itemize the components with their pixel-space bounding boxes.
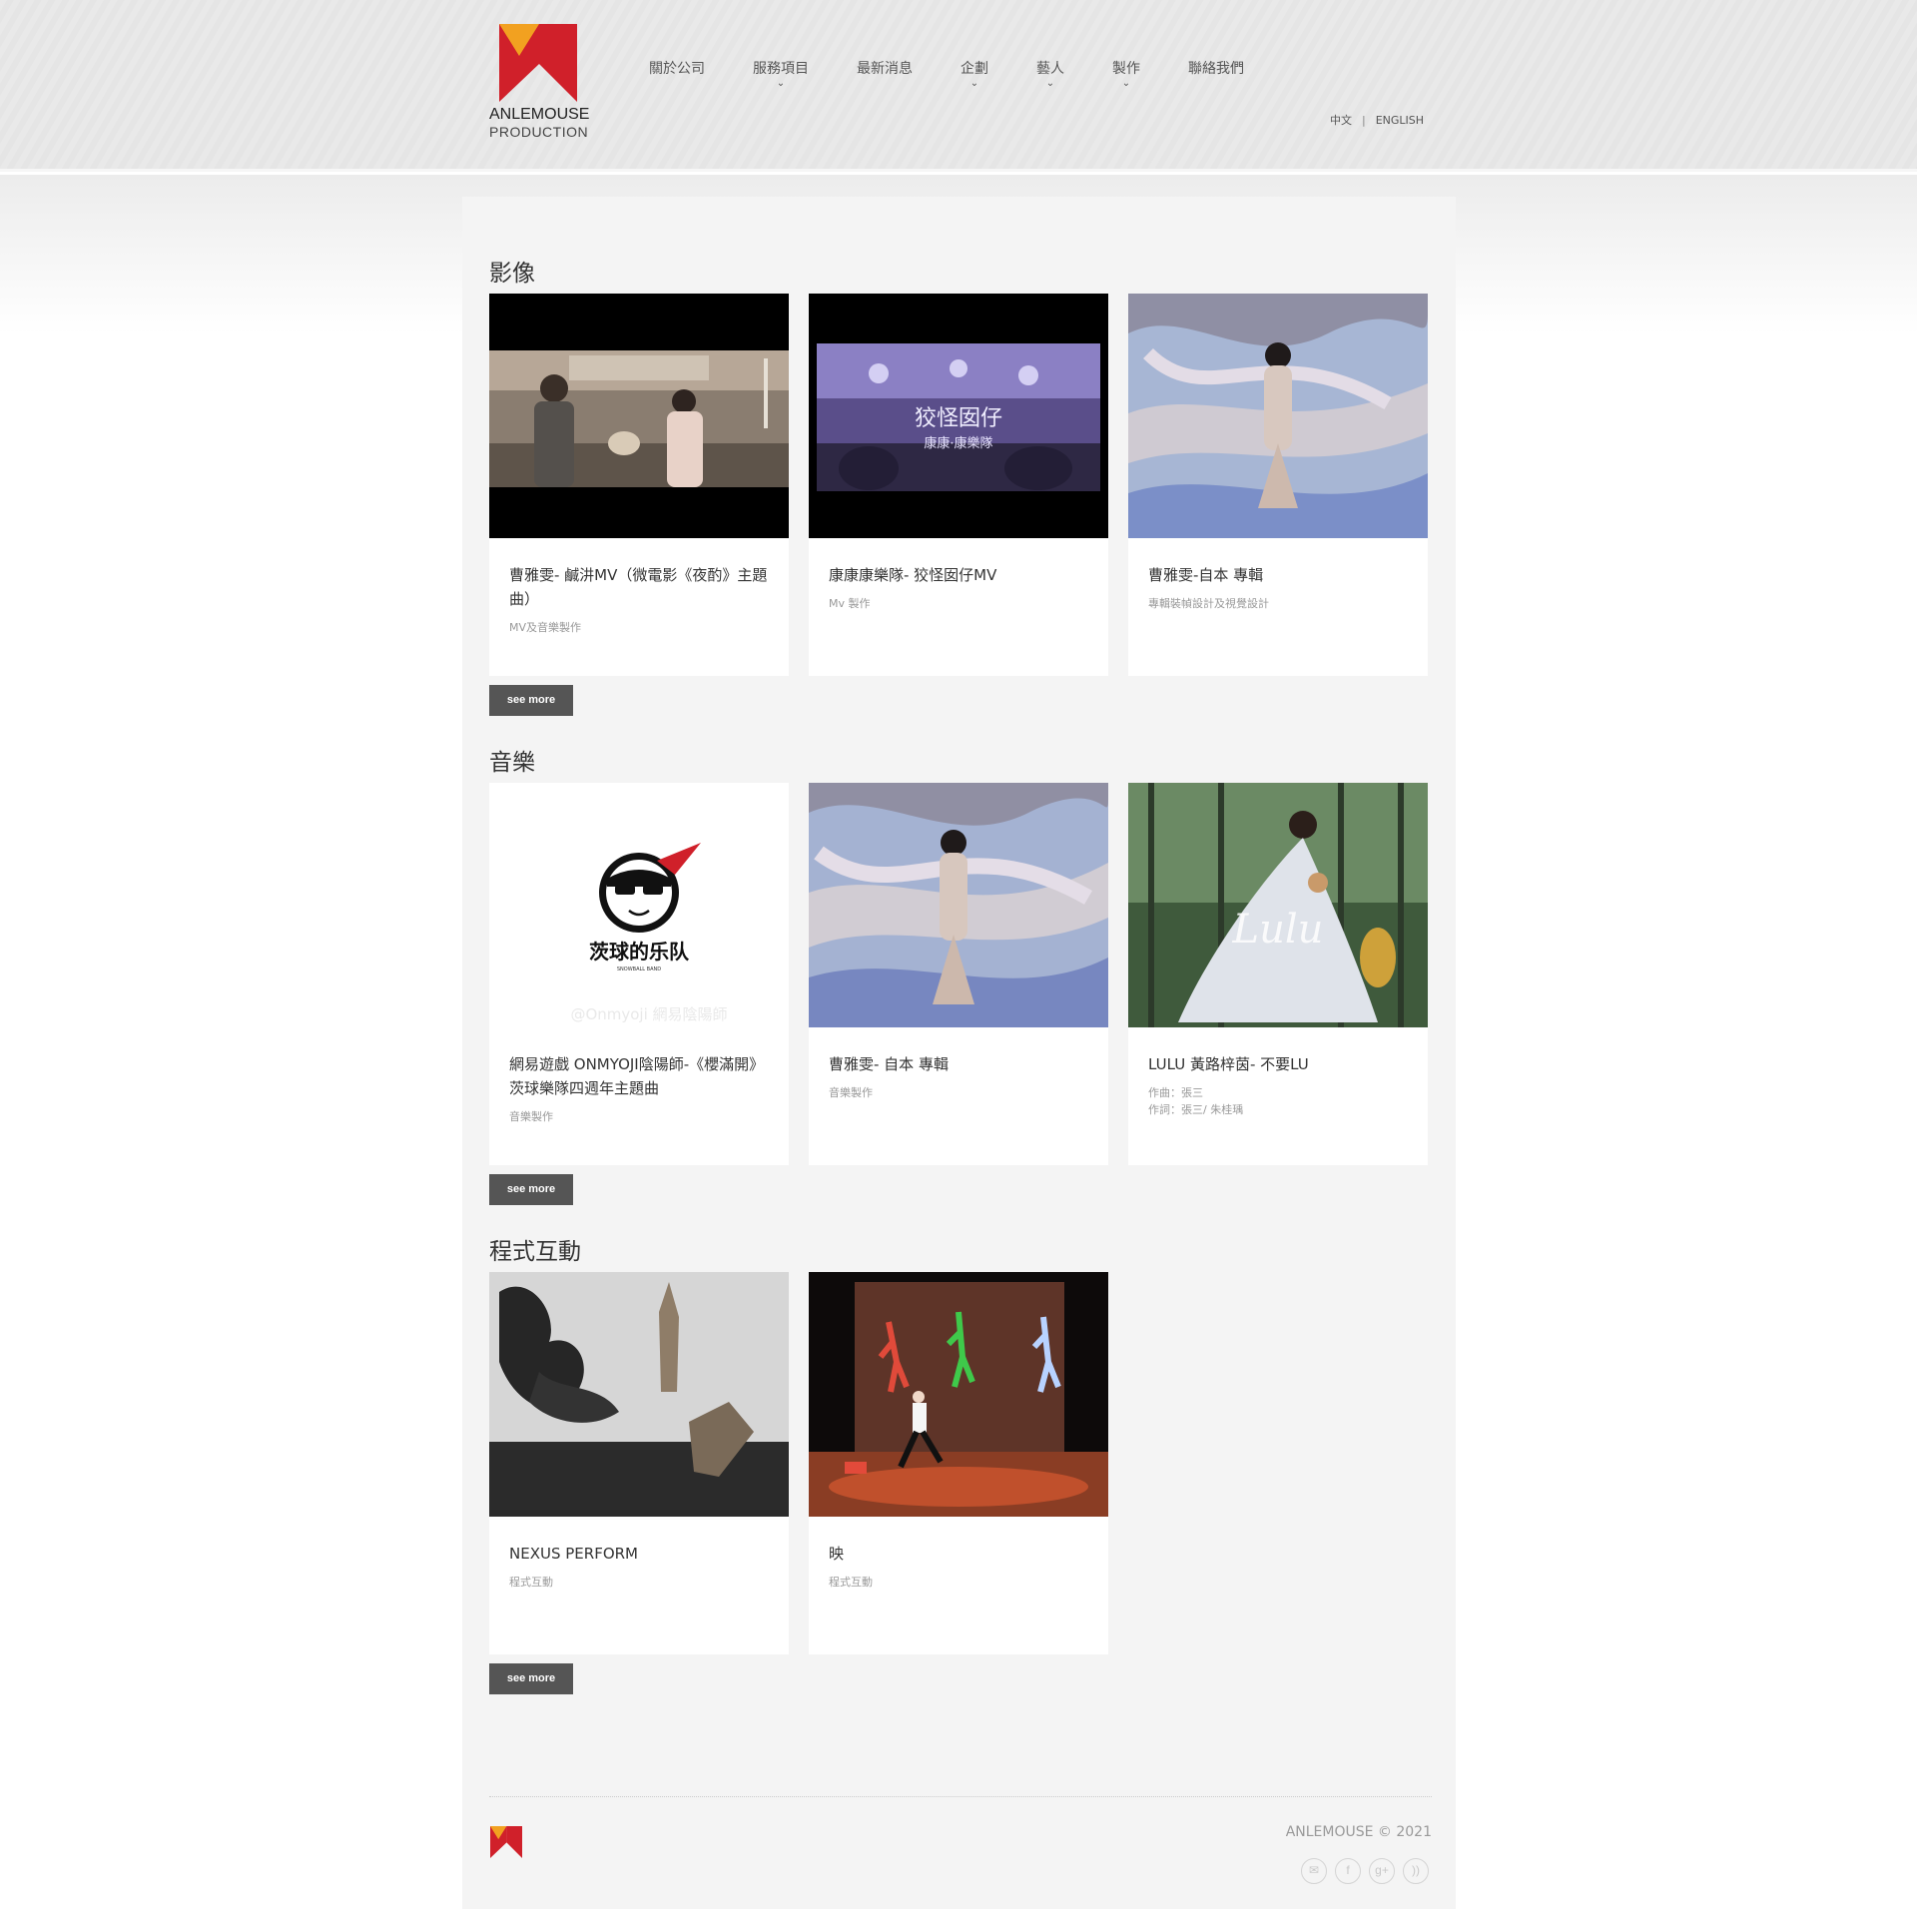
band-logo-small-text: SNOWBALL BAND <box>617 966 661 972</box>
nav-label: 關於公司 <box>649 61 705 77</box>
nav-label: 藝人 <box>1036 61 1064 77</box>
portfolio-card[interactable]: 曹雅雯-自本 專輯 專輯裝幀設計及視覺設計 <box>1128 294 1428 676</box>
card-subtitle: 專輯裝幀設計及視覺設計 <box>1148 597 1269 610</box>
brand-name: ANLEMOUSE <box>489 106 590 123</box>
portfolio-card[interactable]: 曹雅雯- 鹹汫MV（微電影《夜酌》主題曲） MV及音樂製作 <box>489 294 789 676</box>
see-more-button[interactable]: see more <box>489 1174 573 1205</box>
card-title: 曹雅雯- 鹹汫MV（微電影《夜酌》主題曲） <box>509 566 768 608</box>
nav-label: 服務項目 <box>753 61 809 77</box>
rss-icon[interactable]: )) <box>1403 1858 1429 1884</box>
mail-icon[interactable]: ✉ <box>1301 1858 1327 1884</box>
footer-logo-icon[interactable] <box>490 1826 522 1858</box>
mv-title-text: 狡怪囡仔 <box>915 406 1002 431</box>
portfolio-card[interactable]: 映 程式互動 <box>809 1272 1108 1654</box>
card-title: NEXUS PERFORM <box>509 1545 638 1563</box>
portfolio-card[interactable]: 茨球的乐队 SNOWBALL BAND @Onmyoji 網易陰陽師 網易遊戲 … <box>489 783 789 1165</box>
nav-contact[interactable]: 聯絡我們 <box>1188 58 1244 78</box>
card-thumbnail <box>1128 294 1428 538</box>
card-thumbnail <box>809 1272 1108 1517</box>
card-subtitle: 程式互動 <box>509 1576 553 1589</box>
brand-subtitle: PRODUCTION <box>489 124 589 140</box>
card-thumbnail <box>489 1272 789 1517</box>
nav-services[interactable]: 服務項目 ⌄ <box>753 58 809 89</box>
portfolio-card[interactable]: NEXUS PERFORM 程式互動 <box>489 1272 789 1654</box>
section-title-video: 影像 <box>489 261 535 287</box>
mv-band-text: 康康·康樂隊 <box>924 435 992 451</box>
card-title: 映 <box>829 1545 845 1563</box>
nav-label: 製作 <box>1112 61 1140 77</box>
nav-planning[interactable]: 企劃 ⌄ <box>960 58 988 89</box>
nav-production[interactable]: 製作 ⌄ <box>1112 58 1140 89</box>
card-thumbnail: 茨球的乐队 SNOWBALL BAND @Onmyoji 網易陰陽師 <box>489 783 789 1027</box>
card-title: 曹雅雯- 自本 專輯 <box>829 1055 949 1073</box>
card-subtitle: 音樂製作 <box>829 1086 873 1099</box>
chevron-down-icon: ⌄ <box>776 78 786 89</box>
portfolio-card[interactable]: 曹雅雯- 自本 專輯 音樂製作 <box>809 783 1108 1165</box>
signature-text: Lulu <box>1232 907 1324 953</box>
chevron-down-icon: ⌄ <box>1045 78 1055 89</box>
card-subtitle: 作曲：張三 <box>1148 1086 1203 1099</box>
brand-logo[interactable]: ANLEMOUSE PRODUCTION <box>489 24 589 144</box>
copyright-text: ANLEMOUSE © 2021 <box>1285 1824 1432 1840</box>
card-title: 康康康樂隊- 狡怪囡仔MV <box>829 566 997 584</box>
card-title: LULU 黃路梓茵- 不要LU <box>1148 1055 1309 1073</box>
nav-label: 企劃 <box>960 61 988 77</box>
card-thumbnail <box>809 783 1108 1027</box>
card-subtitle-2: 作詞：張三/ 朱桂瑀 <box>1148 1103 1244 1116</box>
social-links: ✉ f g+ )) <box>1301 1858 1432 1886</box>
chevron-down-icon: ⌄ <box>969 78 979 89</box>
nav-news[interactable]: 最新消息 <box>857 58 913 78</box>
band-logo-text: 茨球的乐队 <box>589 940 690 964</box>
card-subtitle: 程式互動 <box>829 1576 873 1589</box>
see-more-button[interactable]: see more <box>489 685 573 716</box>
nav-artists[interactable]: 藝人 ⌄ <box>1036 58 1064 89</box>
card-subtitle: MV及音樂製作 <box>509 621 582 634</box>
card-title: 曹雅雯-自本 專輯 <box>1148 566 1264 584</box>
card-title: 網易遊戲 ONMYOJI陰陽師-《櫻滿開》茨球樂隊四週年主題曲 <box>509 1055 765 1097</box>
see-more-button[interactable]: see more <box>489 1663 573 1694</box>
facebook-icon[interactable]: f <box>1335 1858 1361 1884</box>
language-switcher: 中文 | ENGLISH <box>1330 112 1424 128</box>
card-thumbnail <box>489 294 789 538</box>
section-title-interactive: 程式互動 <box>489 1239 581 1265</box>
nav-label: 最新消息 <box>857 61 913 77</box>
lang-en-link[interactable]: ENGLISH <box>1376 114 1424 127</box>
google-plus-icon[interactable]: g+ <box>1369 1858 1395 1884</box>
nav-about[interactable]: 關於公司 <box>649 58 705 78</box>
card-thumbnail: 狡怪囡仔 康康·康樂隊 <box>809 294 1108 538</box>
content-panel: 影像 曹雅雯- 鹹汫MV（微電影《夜酌》主題曲） MV及音樂製作 狡怪囡仔 康康… <box>462 197 1456 1909</box>
footer-divider <box>489 1796 1432 1797</box>
card-subtitle: 音樂製作 <box>509 1110 553 1123</box>
portfolio-card[interactable]: 狡怪囡仔 康康·康樂隊 康康康樂隊- 狡怪囡仔MV Mv 製作 <box>809 294 1108 676</box>
section-title-music: 音樂 <box>489 750 535 776</box>
lang-separator: | <box>1362 114 1366 127</box>
card-subtitle: Mv 製作 <box>829 597 871 610</box>
site-header <box>0 0 1917 172</box>
anlemouse-logo-icon <box>499 24 577 102</box>
watermark-text: @Onmyoji 網易陰陽師 <box>570 1005 727 1023</box>
portfolio-card[interactable]: Lulu LULU 黃路梓茵- 不要LU 作曲：張三 作詞：張三/ 朱桂瑀 <box>1128 783 1428 1165</box>
chevron-down-icon: ⌄ <box>1121 78 1131 89</box>
lang-zh-link[interactable]: 中文 <box>1330 114 1352 127</box>
nav-label: 聯絡我們 <box>1188 61 1244 77</box>
card-thumbnail: Lulu <box>1128 783 1428 1027</box>
